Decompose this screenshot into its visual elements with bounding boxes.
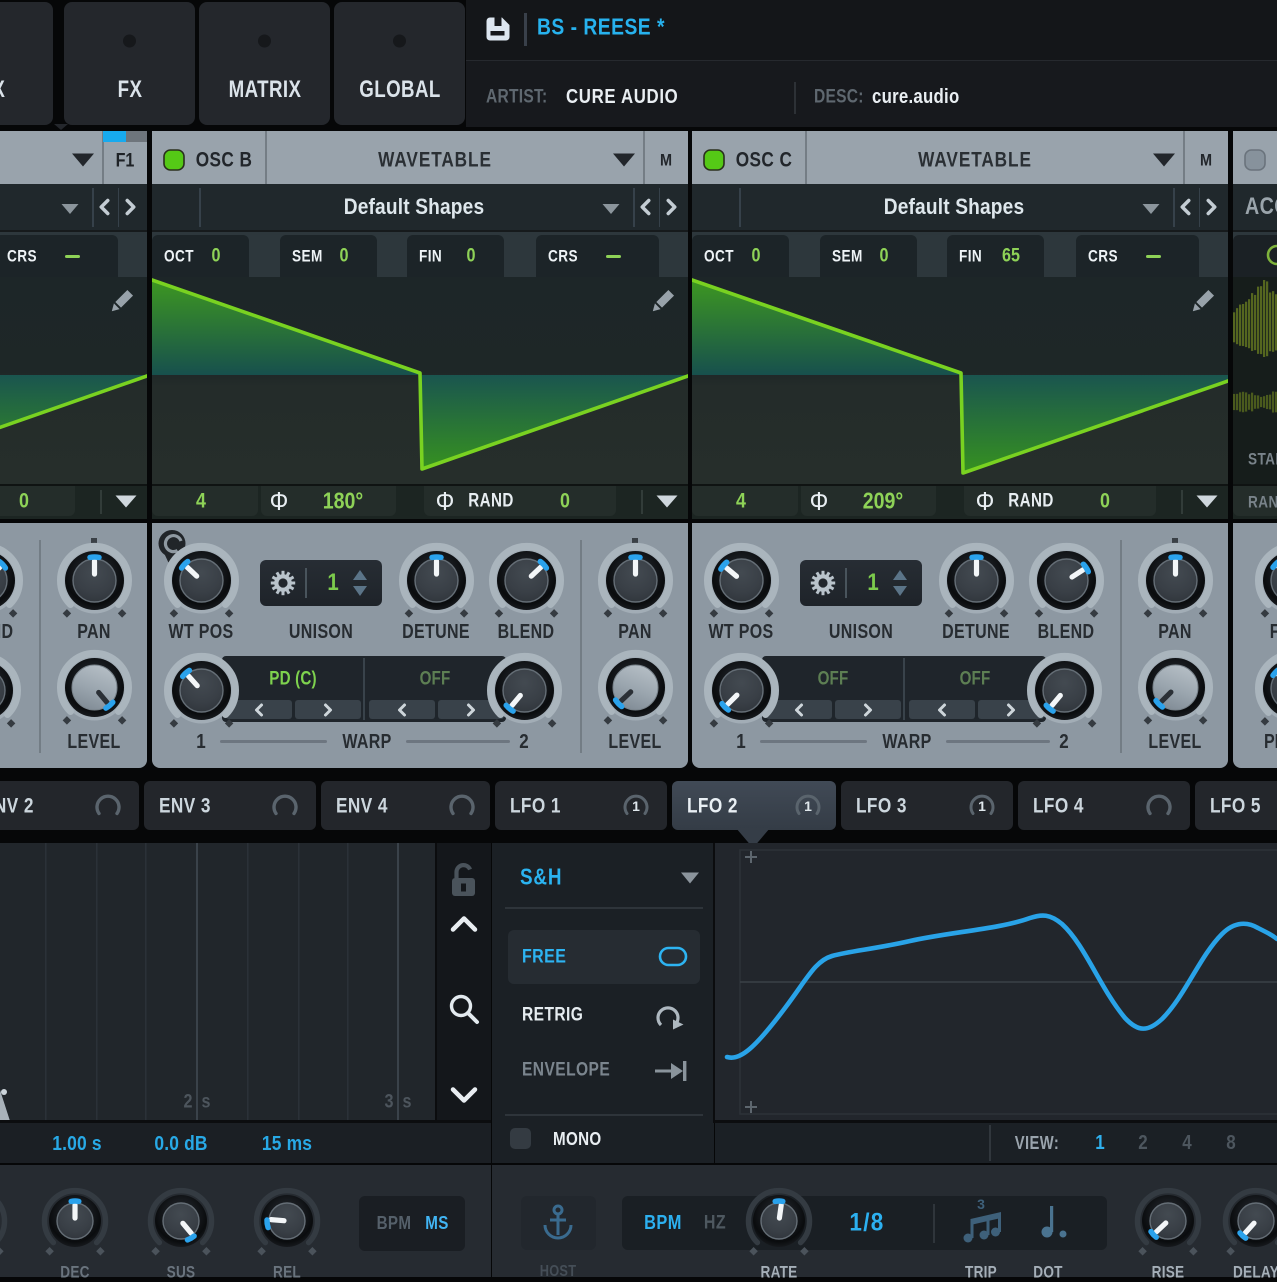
svg-text:3: 3: [977, 1196, 985, 1212]
svg-text:1: 1: [804, 798, 812, 814]
svg-text:1: 1: [978, 798, 986, 814]
svg-text:1: 1: [632, 798, 640, 814]
